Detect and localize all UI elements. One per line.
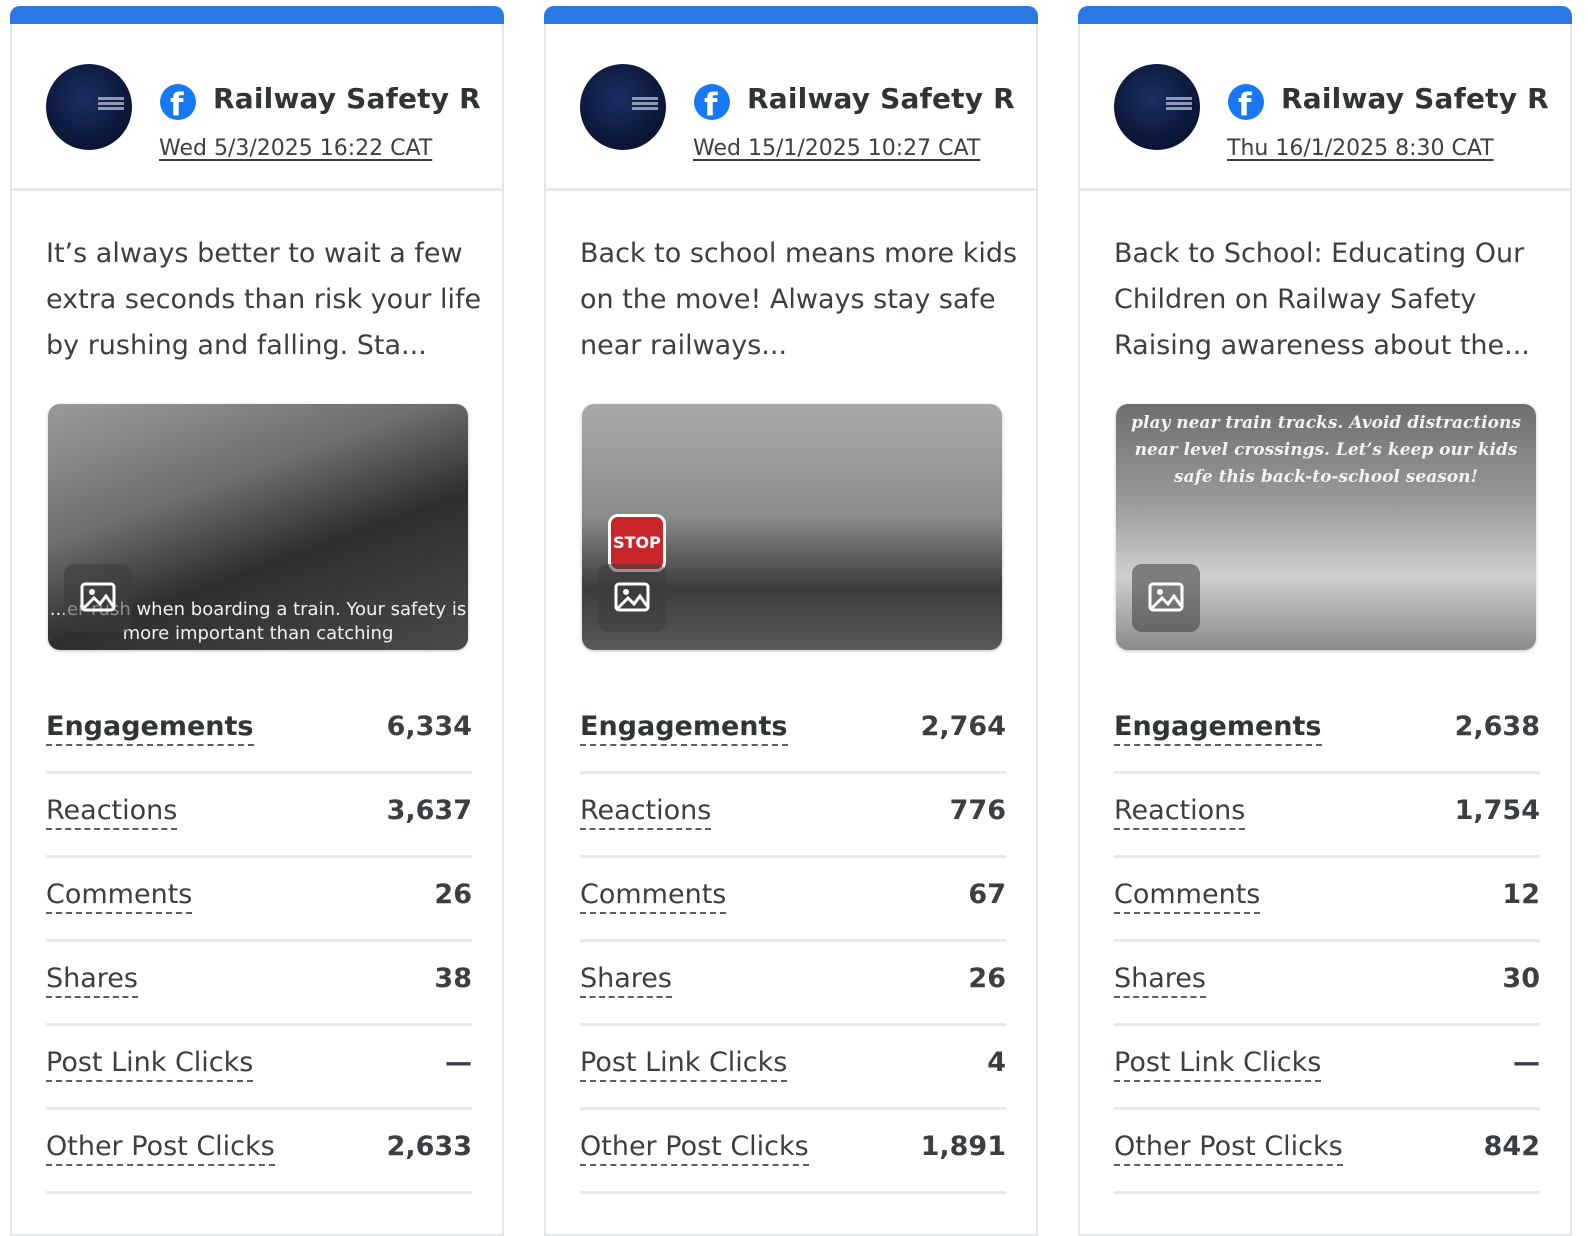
metrics-table: Engagements 2,764 Reactions 776 Comments 67 Sh… [580, 690, 1006, 1194]
metric-label[interactable]: Engagements [1114, 710, 1322, 746]
card-header: f Railway Safety R... Wed 5/3/2025 16:22 C… [12, 24, 502, 191]
avatar[interactable] [580, 64, 666, 150]
metric-row: Reactions 1,754 [1114, 774, 1540, 858]
image-icon[interactable] [598, 564, 666, 632]
post-date-link[interactable]: Thu 16/1/2025 8:30 CAT [1227, 136, 1494, 161]
facebook-icon: f [694, 84, 730, 120]
metric-label[interactable]: Shares [1114, 962, 1206, 998]
post-card[interactable]: f Railway Safety R... Wed 5/3/2025 16:22 C… [10, 6, 504, 1236]
post-image[interactable]: ...er rush when boarding a train. Your s… [48, 404, 468, 650]
metric-row: Engagements 2,638 [1114, 690, 1540, 774]
metric-label[interactable]: Reactions [580, 794, 712, 830]
metric-label[interactable]: Comments [580, 878, 727, 914]
metric-row: Other Post Clicks 1,891 [580, 1110, 1006, 1194]
metric-value: 30 [1502, 963, 1540, 994]
metric-value: 6,334 [386, 711, 472, 742]
metric-label[interactable]: Comments [46, 878, 193, 914]
metric-row: Post Link Clicks 4 [580, 1026, 1006, 1110]
metric-value: 2,638 [1454, 711, 1540, 742]
metric-value: 1,891 [920, 1131, 1006, 1162]
post-card[interactable]: f Railway Safety R... Thu 16/1/2025 8:30 C… [1078, 6, 1572, 1236]
metric-value: 776 [949, 795, 1006, 826]
card-header: f Railway Safety R... Thu 16/1/2025 8:30 C… [1080, 24, 1570, 191]
metric-value: — [445, 1047, 472, 1078]
logo-subtext-lines [98, 97, 124, 100]
post-card-list: f Railway Safety R... Wed 5/3/2025 16:22 C… [0, 0, 1588, 1236]
metric-label[interactable]: Engagements [46, 710, 254, 746]
metrics-table: Engagements 6,334 Reactions 3,637 Comments 26… [46, 690, 472, 1194]
metric-value: 67 [968, 879, 1006, 910]
metric-row: Engagements 6,334 [46, 690, 472, 774]
metric-value: 26 [434, 879, 472, 910]
metric-row: Post Link Clicks — [1114, 1026, 1540, 1110]
metric-row: Engagements 2,764 [580, 690, 1006, 774]
post-card[interactable]: f Railway Safety R... Wed 15/1/2025 10:27 … [544, 6, 1038, 1236]
metric-label[interactable]: Other Post Clicks [46, 1130, 275, 1166]
metric-value: 842 [1483, 1131, 1540, 1162]
card-accent-bar [544, 6, 1038, 24]
post-text: Back to school means more kids on the mo… [580, 238, 1018, 361]
metric-value: 4 [987, 1047, 1006, 1078]
card-accent-bar [10, 6, 504, 24]
metric-label[interactable]: Other Post Clicks [1114, 1130, 1343, 1166]
image-caption: play near train tracks. Avoid distractio… [1131, 413, 1521, 487]
metric-row: Reactions 3,637 [46, 774, 472, 858]
avatar[interactable] [1114, 64, 1200, 150]
metric-label[interactable]: Engagements [580, 710, 788, 746]
metric-value: 1,754 [1454, 795, 1540, 826]
metric-value: 2,764 [920, 711, 1006, 742]
metric-row: Post Link Clicks — [46, 1026, 472, 1110]
card-accent-bar [1078, 6, 1572, 24]
metric-label[interactable]: Shares [580, 962, 672, 998]
card-header: f Railway Safety R... Wed 15/1/2025 10:27 … [546, 24, 1036, 191]
metric-row: Other Post Clicks 842 [1114, 1110, 1540, 1194]
avatar[interactable] [46, 64, 132, 150]
metric-row: Comments 26 [46, 858, 472, 942]
page-name[interactable]: Railway Safety R... [1281, 82, 1551, 115]
page-name[interactable]: Railway Safety R... [747, 82, 1017, 115]
metric-value: 2,633 [386, 1131, 472, 1162]
image-icon[interactable] [64, 564, 132, 632]
metric-label[interactable]: Post Link Clicks [580, 1046, 788, 1082]
metric-value: 3,637 [386, 795, 472, 826]
metric-label[interactable]: Reactions [1114, 794, 1246, 830]
facebook-icon: f [160, 84, 196, 120]
metric-label[interactable]: Post Link Clicks [1114, 1046, 1322, 1082]
logo-subtext-lines [1166, 97, 1192, 100]
image-icon[interactable] [1132, 564, 1200, 632]
metric-row: Shares 38 [46, 942, 472, 1026]
metric-row: Comments 12 [1114, 858, 1540, 942]
metric-row: Comments 67 [580, 858, 1006, 942]
post-date-link[interactable]: Wed 5/3/2025 16:22 CAT [159, 136, 432, 161]
metric-row: Other Post Clicks 2,633 [46, 1110, 472, 1194]
logo-subtext-lines [632, 97, 658, 100]
metric-label[interactable]: Comments [1114, 878, 1261, 914]
metric-row: Shares 26 [580, 942, 1006, 1026]
post-image[interactable]: STOP [582, 404, 1002, 650]
metric-value: 38 [434, 963, 472, 994]
metric-value: 26 [968, 963, 1006, 994]
metric-row: Shares 30 [1114, 942, 1540, 1026]
metric-value: 12 [1502, 879, 1540, 910]
metrics-table: Engagements 2,638 Reactions 1,754 Comments 12… [1114, 690, 1540, 1194]
metric-label[interactable]: Post Link Clicks [46, 1046, 254, 1082]
facebook-icon: f [1228, 84, 1264, 120]
post-date-link[interactable]: Wed 15/1/2025 10:27 CAT [693, 136, 980, 161]
metric-value: — [1513, 1047, 1540, 1078]
page-name[interactable]: Railway Safety R... [213, 82, 483, 115]
metric-row: Reactions 776 [580, 774, 1006, 858]
metric-label[interactable]: Reactions [46, 794, 178, 830]
post-image[interactable]: play near train tracks. Avoid distractio… [1116, 404, 1536, 650]
post-text: It’s always better to wait a few extra s… [46, 238, 482, 361]
post-text: Back to School: Educating Our Children o… [1114, 238, 1530, 361]
metric-label[interactable]: Shares [46, 962, 138, 998]
metric-label[interactable]: Other Post Clicks [580, 1130, 809, 1166]
